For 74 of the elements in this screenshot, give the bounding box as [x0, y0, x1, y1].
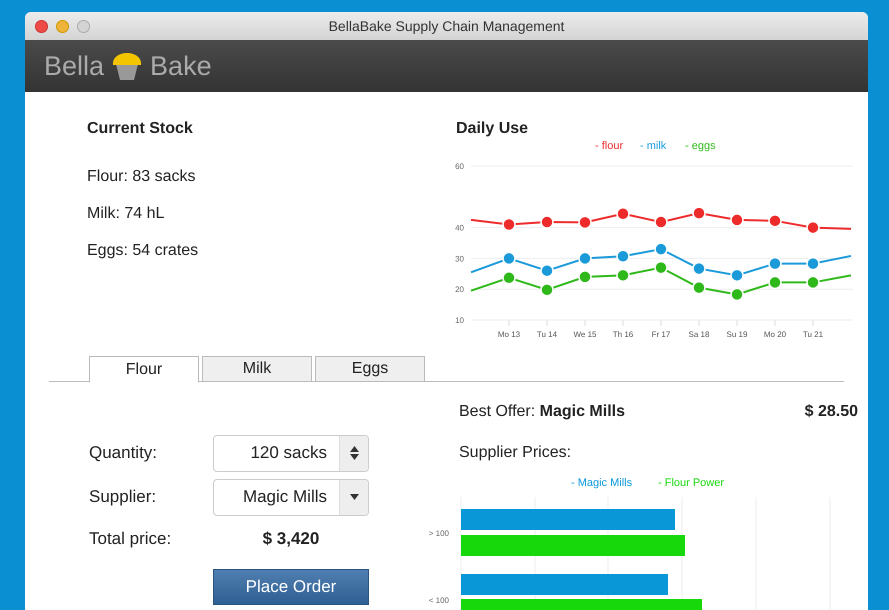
data-point: [616, 268, 630, 282]
axis-tick-label: Tu 21: [802, 330, 824, 339]
data-point: [616, 250, 630, 263]
stepper-arrows-icon: [350, 446, 358, 460]
logo-text: Bake: [150, 50, 212, 83]
data-point: [806, 276, 820, 290]
axis-tick-label: Fr 17: [652, 330, 670, 339]
data-point: [806, 220, 820, 234]
data-point: [540, 264, 554, 278]
tab[interactable]: Milk: [202, 356, 312, 382]
data-point: [692, 280, 706, 294]
data-point: [578, 252, 592, 266]
axis-tick-label: Mo 13: [498, 330, 520, 339]
axis-tick-label: 10: [455, 316, 464, 325]
data-point: [730, 213, 744, 227]
minimize-icon[interactable]: [56, 20, 69, 32]
field-label: Supplier:: [89, 486, 158, 508]
axis-tick-label: 40: [455, 224, 464, 233]
close-icon[interactable]: [35, 20, 48, 32]
axis-tick-label: 20: [455, 285, 464, 294]
best-offer-text: Best Offer: Magic Mills: [459, 402, 625, 422]
category-label: > 100: [428, 529, 449, 538]
data-point: [692, 206, 706, 220]
data-point: [578, 216, 592, 230]
data-point: [578, 270, 592, 284]
axis-tick-label: Mo 20: [764, 330, 786, 339]
data-point: [616, 207, 630, 220]
data-point: [654, 242, 668, 256]
data-point: [502, 218, 516, 232]
category-label: < 100: [428, 596, 449, 605]
logo-text: Bella: [44, 50, 104, 83]
section-title: Daily Use: [455, 119, 530, 139]
quantity-stepper[interactable]: 120 sacks: [213, 434, 369, 472]
window-title: BellaBake Supply Chain Management: [328, 16, 564, 36]
zoom-icon[interactable]: [77, 20, 90, 32]
data-point: [540, 283, 554, 297]
data-point: [540, 215, 554, 229]
legend-label: - Flour Power: [658, 477, 724, 489]
data-point: [654, 260, 668, 274]
legend-label: - Magic Mills: [571, 477, 632, 489]
axis-tick-label: Th 16: [612, 330, 634, 339]
axis-tick-label: Su 19: [726, 330, 748, 339]
tab[interactable]: Eggs: [315, 356, 425, 382]
data-point: [502, 271, 516, 285]
data-point: [768, 256, 782, 270]
data-point: [692, 262, 706, 276]
data-point: [768, 276, 782, 290]
data-point: [768, 214, 782, 228]
data-point: [654, 215, 668, 229]
stock-item: Milk: 74 hL: [87, 204, 166, 224]
legend-label: - flour: [595, 140, 624, 152]
section-title: Current Stock: [87, 119, 194, 139]
stock-item: Eggs: 54 crates: [87, 241, 200, 261]
total-price: $ 3,420: [262, 528, 320, 550]
supplier-dropdown[interactable]: Magic Mills: [213, 478, 369, 516]
stock-item: Flour: 83 sacks: [87, 167, 196, 187]
axis-tick-label: 60: [455, 162, 464, 171]
axis-tick-label: Sa 18: [688, 330, 710, 339]
best-offer-price: $ 28.50: [804, 402, 858, 422]
axis-tick-label: 30: [455, 254, 464, 264]
section-title: Supplier Prices:: [458, 443, 572, 463]
legend-label: - eggs: [685, 140, 716, 152]
data-point: [502, 252, 516, 266]
data-point: [806, 256, 820, 270]
data-point: [730, 268, 744, 282]
data-point: [730, 288, 744, 302]
axis-tick-label: We 15: [574, 330, 596, 339]
field-label: Total price:: [89, 528, 172, 550]
caret-icon: [350, 494, 358, 500]
tab[interactable]: Flour: [89, 356, 199, 383]
axis-tick-label: Tu 14: [536, 330, 558, 339]
place-order-button[interactable]: Place Order: [213, 569, 369, 605]
field-label: Quantity:: [89, 442, 158, 464]
legend-label: - milk: [640, 140, 666, 152]
